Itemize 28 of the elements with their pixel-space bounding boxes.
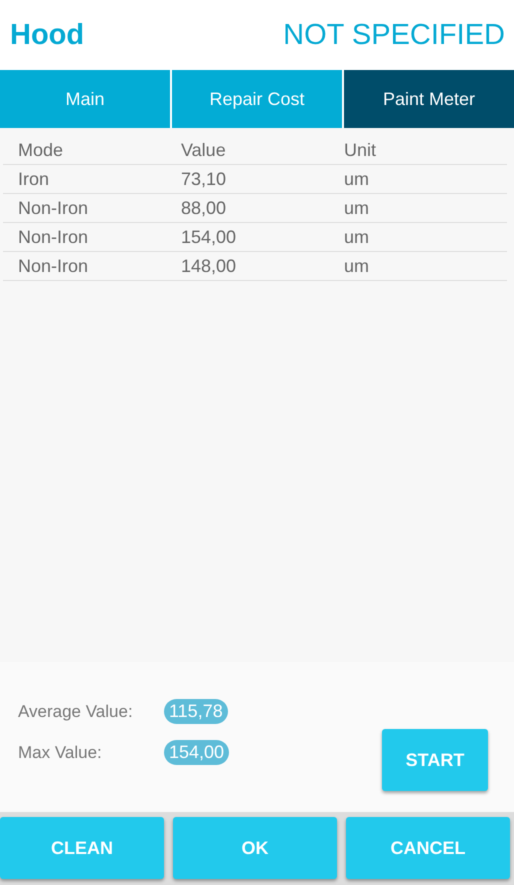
action-button[interactable]: CLEAN bbox=[0, 817, 164, 879]
table-cell-text: Non-Iron bbox=[17, 226, 90, 248]
table-cell-text: Iron bbox=[17, 168, 50, 190]
table-cell-text: um bbox=[343, 198, 370, 218]
action-button[interactable]: OK bbox=[173, 817, 337, 879]
stat-value: 115,78 bbox=[164, 699, 228, 724]
table-cell-text: um bbox=[343, 168, 370, 190]
stat-label: Max Value: bbox=[18, 742, 103, 762]
column-header: Value bbox=[180, 140, 227, 160]
table-cell-text: 148,00 bbox=[180, 256, 238, 276]
start-button[interactable]: START bbox=[382, 729, 488, 791]
table-cell-text: 88,00 bbox=[180, 198, 228, 218]
tab[interactable]: Paint Meter bbox=[344, 70, 514, 128]
tab[interactable]: Repair Cost bbox=[172, 70, 342, 128]
column-header: Unit bbox=[343, 140, 378, 160]
table-cell-text: Non-Iron bbox=[17, 198, 90, 218]
tab[interactable]: Main bbox=[0, 70, 170, 128]
page-title: Hood bbox=[10, 18, 84, 52]
table-cell-text: um bbox=[343, 226, 370, 248]
action-button[interactable]: CANCEL bbox=[346, 817, 510, 879]
table-cell-text: um bbox=[343, 256, 370, 276]
table-cell-text: 154,00 bbox=[180, 226, 238, 248]
status-label: NOT SPECIFIED bbox=[283, 18, 505, 52]
table-cell-text: 73,10 bbox=[180, 168, 228, 190]
stat-value: 154,00 bbox=[164, 740, 230, 765]
stat-label: Average Value: bbox=[18, 702, 134, 722]
column-header: Mode bbox=[17, 140, 64, 160]
table-cell-text: Non-Iron bbox=[17, 256, 90, 276]
